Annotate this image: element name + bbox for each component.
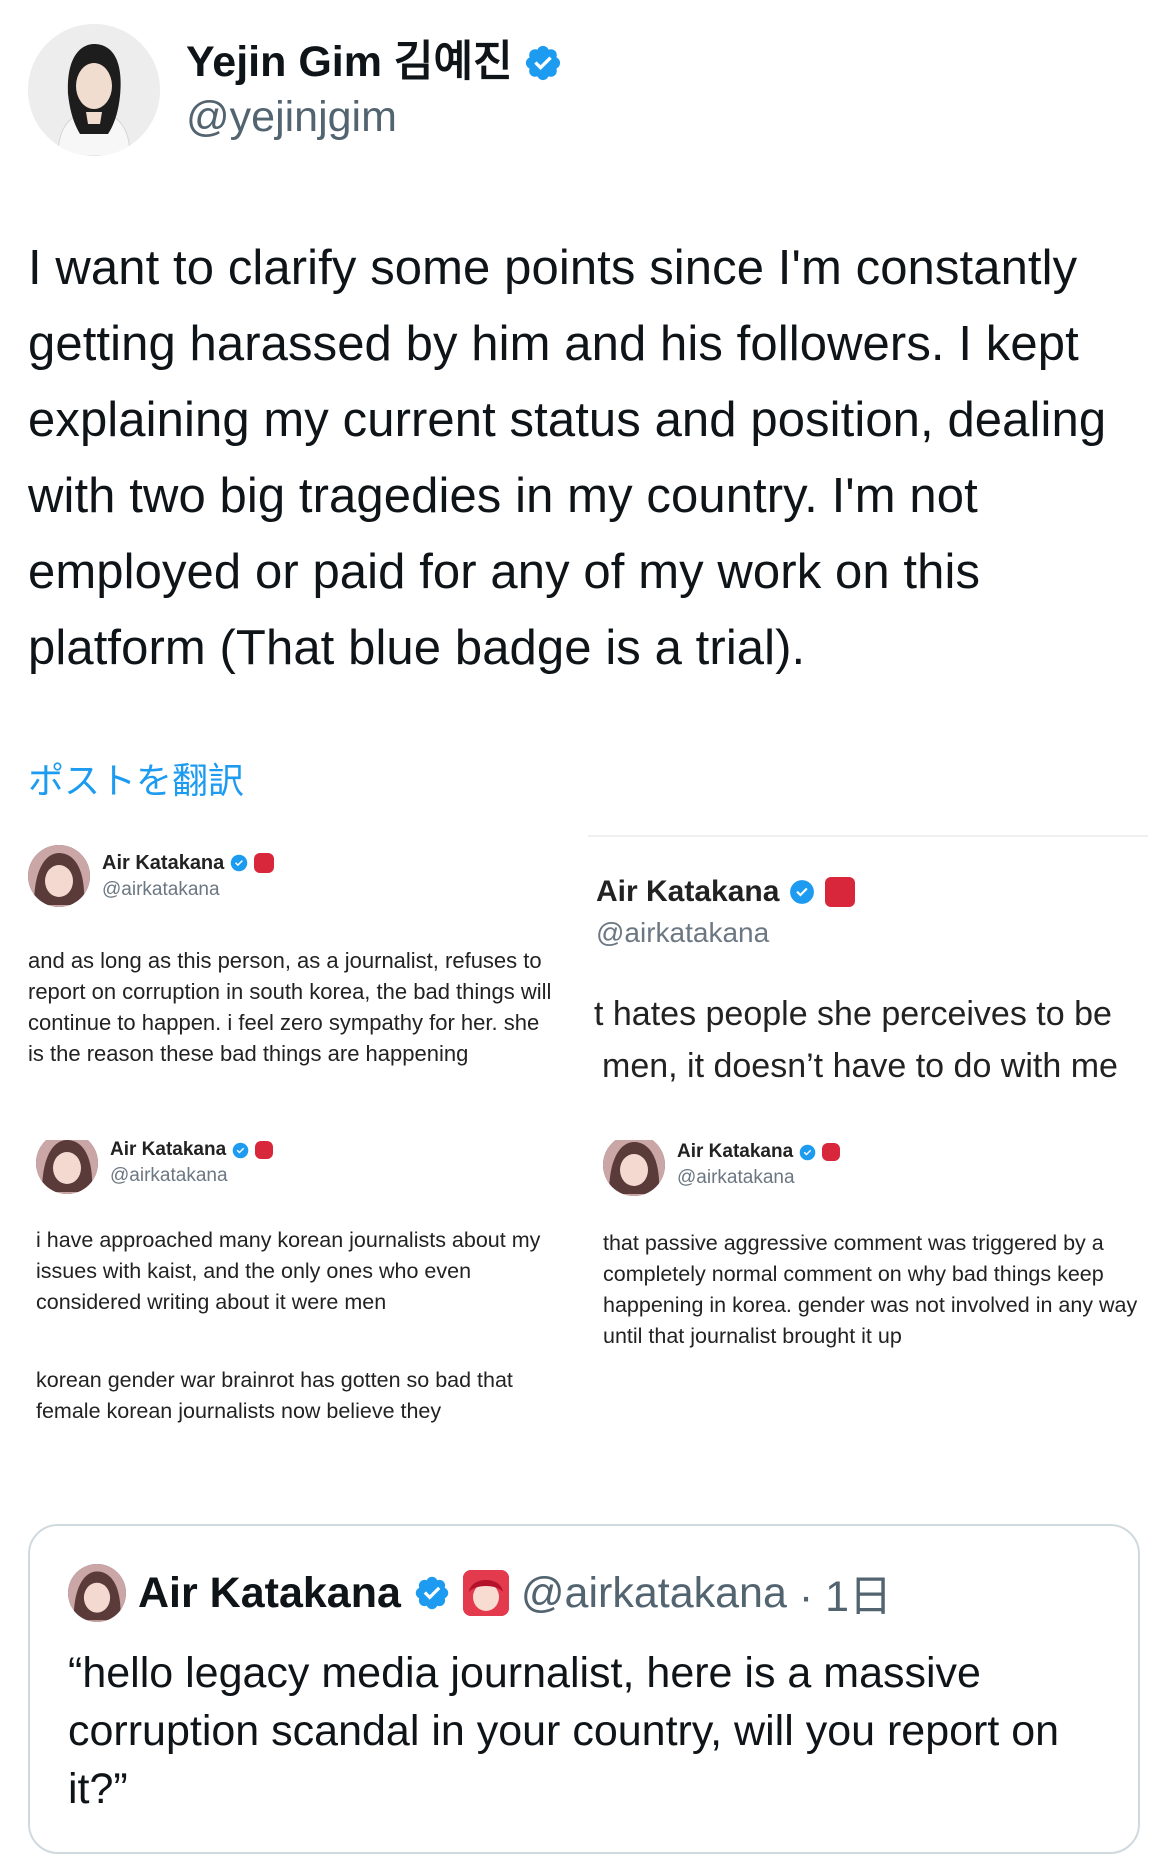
screenshot-2-line1: t hates people she perceives to be: [594, 995, 1112, 1033]
affiliate-badge-icon: [462, 1570, 509, 1616]
screenshot-2-line2: men, it doesn’t have to do with me: [602, 1047, 1118, 1085]
quoted-post-time[interactable]: · 1日: [799, 1562, 892, 1624]
quoted-post[interactable]: Air Katakana @airkatakana · 1日 “hello le…: [28, 1524, 1140, 1854]
screenshot-4: Air Katakana @airkatakana that passive a…: [603, 1140, 1148, 1465]
quoted-post-header: Air Katakana @airkatakana · 1日: [68, 1562, 892, 1624]
author-display-name[interactable]: Yejin Gim 김예진: [186, 38, 563, 87]
post-text: I want to clarify some points since I'm …: [28, 241, 1107, 675]
profile-badge-icon: [254, 853, 275, 873]
screenshot-1-name: Air Katakana: [102, 851, 225, 874]
screenshot-2-name: Air Katakana: [596, 875, 780, 908]
screenshot-4-handle: @airkatakana: [677, 1167, 795, 1188]
screenshot-3-para1: i have approached many korean journalist…: [36, 1228, 541, 1314]
profile-badge-icon: [825, 877, 856, 907]
post-header: Yejin Gim 김예진 @yejinjgim: [28, 24, 563, 156]
verified-badge-icon: [231, 854, 248, 872]
verified-badge-icon: [525, 45, 560, 80]
profile-badge-icon: [255, 1141, 274, 1159]
screenshot-1: Air Katakana @airkatakana and as long as…: [28, 835, 568, 1125]
mini-avatar: [603, 1140, 665, 1196]
screenshot-2: Air Katakana @airkatakana t hates people…: [588, 835, 1148, 1125]
author-name-text: Yejin Gim 김예진: [186, 37, 513, 86]
translate-post-link[interactable]: ポストを翻訳: [28, 752, 244, 804]
screenshot-4-text: that passive aggressive comment was trig…: [603, 1231, 1138, 1348]
mini-avatar: [36, 1140, 98, 1194]
mini-avatar: [28, 845, 90, 907]
verified-badge-icon: [232, 1142, 249, 1158]
quoted-author-handle[interactable]: @airkatakana: [521, 1569, 787, 1618]
quoted-author-name[interactable]: Air Katakana: [138, 1569, 401, 1618]
screenshot-2-handle: @airkatakana: [596, 917, 770, 948]
quoted-author-avatar[interactable]: [68, 1564, 126, 1622]
verified-badge-icon: [799, 1144, 816, 1160]
screenshot-1-handle: @airkatakana: [102, 878, 220, 900]
verified-badge-icon: [790, 880, 815, 904]
screenshot-3-handle: @airkatakana: [110, 1165, 228, 1186]
attached-image[interactable]: Air Katakana @airkatakana and as long as…: [28, 835, 1148, 1465]
screenshot-3: Air Katakana @airkatakana i have approac…: [36, 1140, 581, 1465]
author-handle[interactable]: @yejinjgim: [186, 93, 563, 142]
verified-badge-icon: [415, 1576, 449, 1610]
screenshot-4-name: Air Katakana: [677, 1141, 794, 1162]
screenshot-3-para2: korean gender war brainrot has gotten so…: [36, 1368, 513, 1423]
screenshot-3-name: Air Katakana: [110, 1140, 227, 1160]
profile-badge-icon: [822, 1143, 841, 1161]
screenshot-1-text: and as long as this person, as a journal…: [28, 948, 552, 1066]
quoted-post-text: “hello legacy media journalist, here is …: [68, 1649, 1060, 1813]
author-avatar[interactable]: [28, 24, 160, 156]
